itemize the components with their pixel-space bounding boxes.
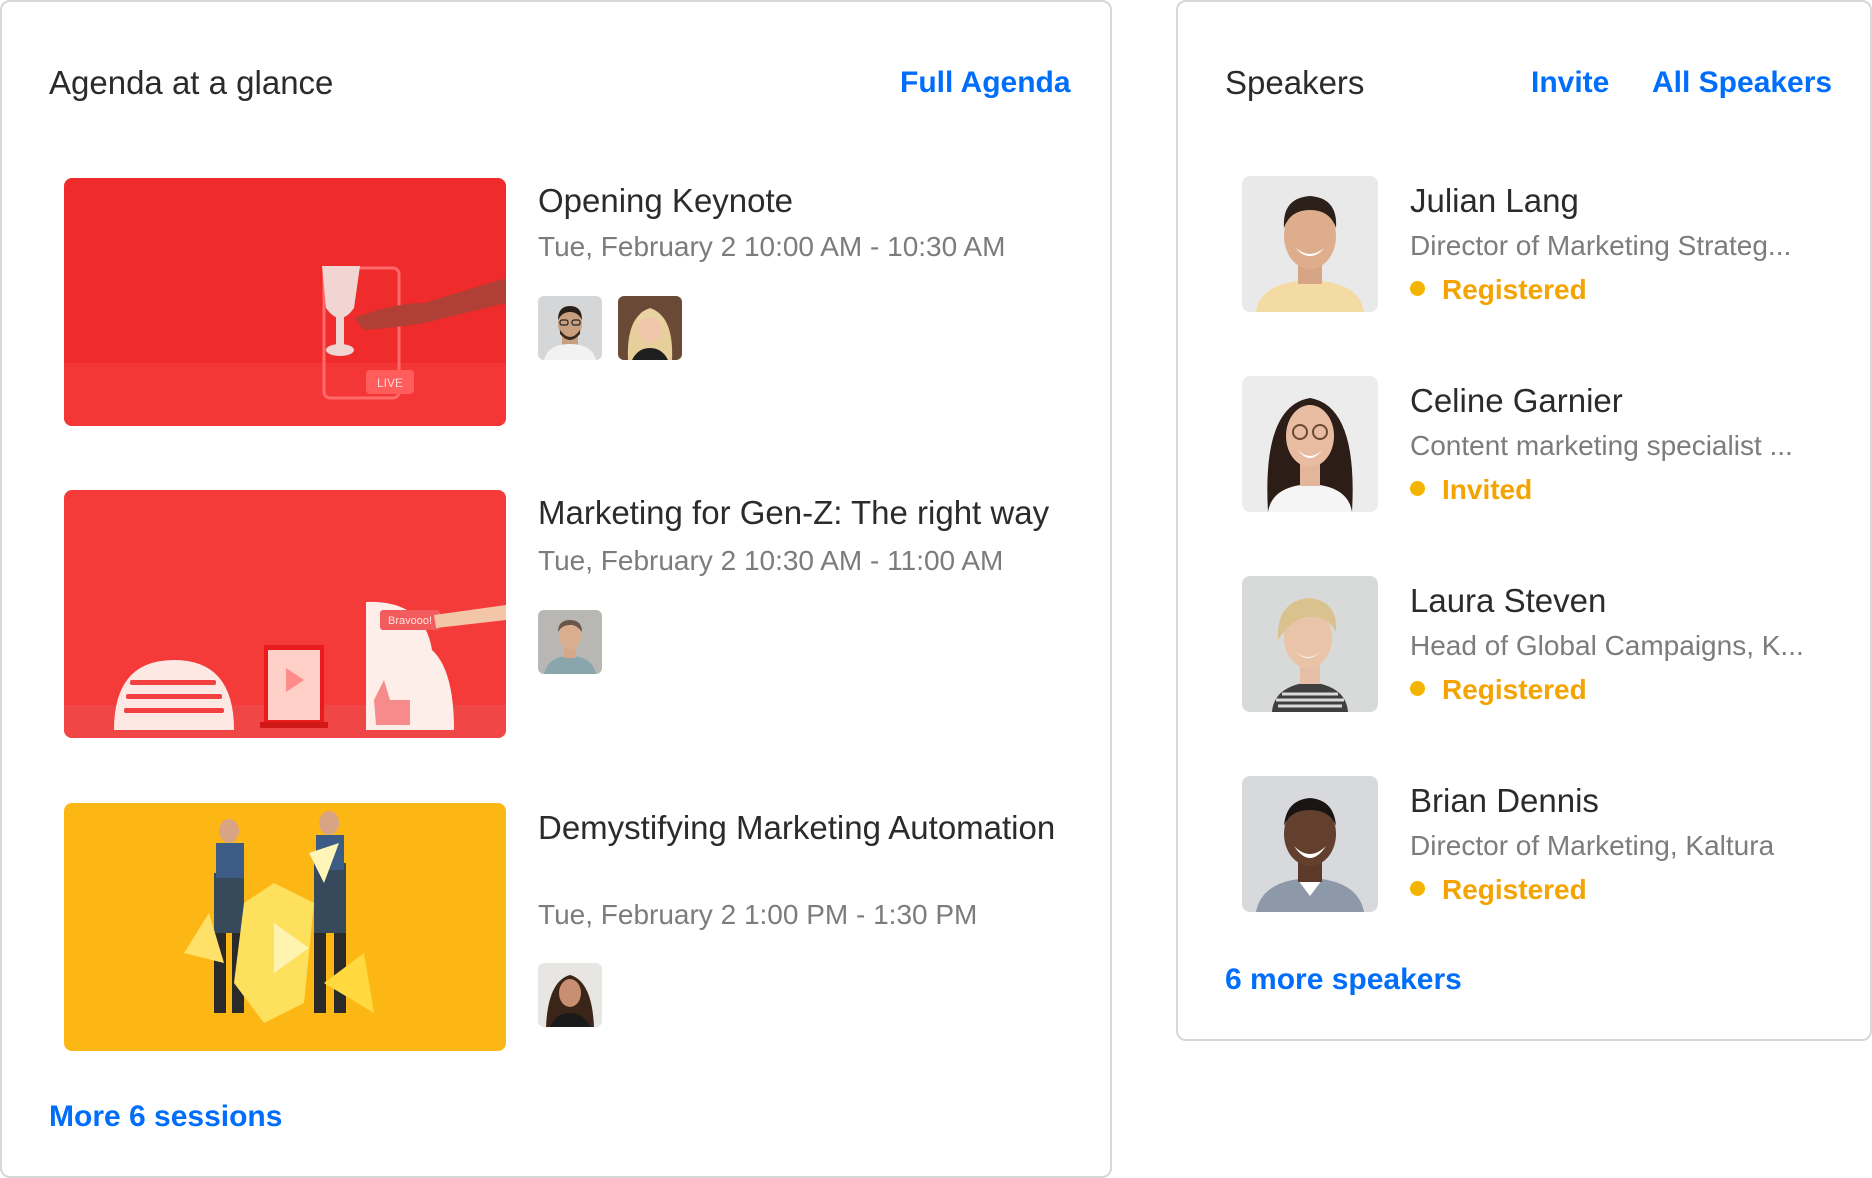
speaker-status-badge: Registered [1410,272,1587,308]
status-dot-icon [1410,481,1425,496]
session-image: Bravooo! [64,490,506,738]
speaker-role: Content marketing specialist ... [1410,430,1793,461]
bravo-badge: Bravooo! [388,615,432,627]
session-image: LIVE [64,178,506,426]
full-agenda-link[interactable]: Full Agenda [900,63,1071,103]
speaker-avatar[interactable] [618,296,682,360]
speaker-role: Head of Global Campaigns, K... [1410,630,1804,661]
speaker-photo[interactable] [1242,176,1378,312]
speaker-status-badge: Registered [1410,672,1587,708]
invite-link[interactable]: Invite [1531,63,1609,103]
session-thumbnail-marketing-automation[interactable] [64,803,506,1051]
speaker-photo[interactable] [1242,376,1378,512]
status-dot-icon [1410,681,1425,696]
all-speakers-link[interactable]: All Speakers [1652,63,1832,103]
speakers-title: Speakers [1225,64,1365,101]
speaker-status-badge: Registered [1410,872,1587,908]
speaker-name[interactable]: Brian Dennis [1410,780,1599,822]
speaker-photo[interactable] [1242,776,1378,912]
session-time: Tue, February 2 10:00 AM - 10:30 AM [538,231,1006,262]
agenda-card: Agenda at a glance Full Agenda LIVE Open… [0,0,1112,1178]
speaker-avatar[interactable] [538,296,602,360]
session-thumbnail-opening-keynote[interactable]: LIVE [64,178,506,426]
status-dot-icon [1410,281,1425,296]
session-title[interactable]: Marketing for Gen-Z: The right way [538,492,1078,534]
speakers-card: Speakers Invite All Speakers Julian Lang… [1176,0,1872,1041]
agenda-title: Agenda at a glance [49,64,334,101]
speaker-name[interactable]: Laura Steven [1410,580,1606,622]
speaker-role: Director of Marketing, Kaltura [1410,830,1775,861]
speaker-role: Director of Marketing Strateg... [1410,230,1792,261]
speaker-avatar[interactable] [538,610,602,674]
speaker-name[interactable]: Celine Garnier [1410,380,1623,422]
speaker-status-badge: Invited [1410,472,1532,508]
speaker-photo[interactable] [1242,576,1378,712]
speaker-name[interactable]: Julian Lang [1410,180,1579,222]
status-dot-icon [1410,881,1425,896]
session-title[interactable]: Opening Keynote [538,180,1078,222]
more-speakers-link[interactable]: 6 more speakers [1225,960,1462,1000]
session-title[interactable]: Demystifying Marketing Automation [538,807,1078,849]
session-time: Tue, February 2 1:00 PM - 1:30 PM [538,899,978,930]
session-thumbnail-gen-z[interactable]: Bravooo! [64,490,506,738]
more-sessions-link[interactable]: More 6 sessions [49,1097,282,1137]
speaker-avatar[interactable] [538,963,602,1027]
session-image [64,803,506,1051]
session-time: Tue, February 2 10:30 AM - 11:00 AM [538,545,1004,576]
live-badge: LIVE [377,376,403,390]
